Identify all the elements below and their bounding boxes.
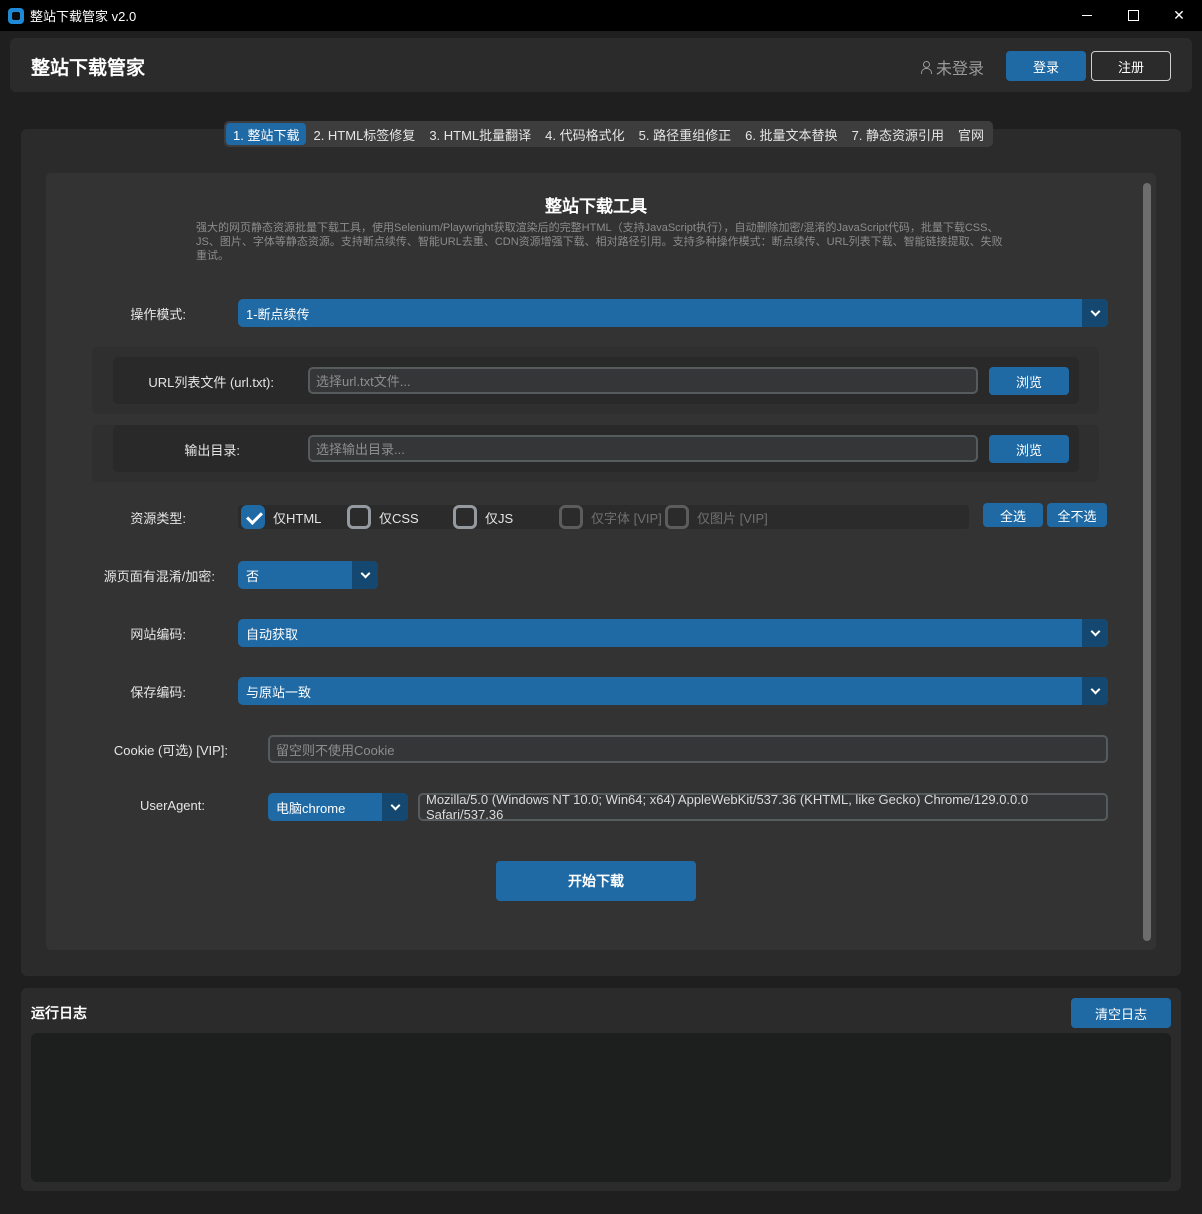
useragent-label: UserAgent: [139, 798, 205, 813]
user-status: 未登录 [920, 55, 984, 79]
clear-log-button[interactable]: 清空日志 [1071, 998, 1171, 1028]
tab-html-translate[interactable]: 3. HTML批量翻译 [422, 123, 538, 145]
save-encoding-value: 与原站一致 [246, 684, 312, 700]
window-title: 整站下载管家 v2.0 [30, 9, 137, 24]
useragent-type-value: 电脑chrome [276, 800, 346, 816]
useragent-type-select[interactable]: 电脑chrome [268, 793, 408, 821]
checkbox-icon [453, 505, 477, 529]
log-title: 运行日志 [31, 1005, 87, 1021]
window-controls: ✕ [1064, 0, 1202, 31]
app-icon [8, 7, 24, 24]
browse-output-dir-button[interactable]: 浏览 [989, 435, 1069, 463]
resource-image-checkbox[interactable]: 仅图片 [VIP] [665, 505, 768, 529]
chevron-down-icon[interactable] [1082, 619, 1108, 647]
obfuscated-label: 源页面有混淆/加密: [103, 569, 215, 584]
tool-title: 整站下载工具 [545, 197, 647, 216]
resource-js-label: 仅JS [485, 510, 514, 526]
chevron-down-icon[interactable] [352, 561, 378, 589]
resource-font-checkbox[interactable]: 仅字体 [VIP] [559, 505, 662, 529]
url-file-label: URL列表文件 (url.txt): [148, 375, 274, 390]
useragent-input[interactable]: Mozilla/5.0 (Windows NT 10.0; Win64; x64… [418, 792, 1108, 822]
resource-html-checkbox[interactable]: 仅HTML [241, 505, 321, 529]
tab-code-format[interactable]: 4. 代码格式化 [538, 123, 631, 145]
resource-font-label: 仅字体 [VIP] [591, 510, 662, 526]
user-icon [920, 60, 932, 74]
tool-content [46, 173, 1156, 950]
cookie-input[interactable]: 留空则不使用Cookie [268, 735, 1108, 763]
checkbox-icon [559, 505, 583, 529]
tab-path-fix[interactable]: 5. 路径重组修正 [632, 123, 738, 145]
title-bar: 整站下载管家 v2.0 ✕ [0, 0, 1202, 31]
resource-type-label: 资源类型: [130, 511, 186, 526]
mode-value: 1-断点续传 [246, 306, 310, 322]
save-encoding-select[interactable]: 与原站一致 [238, 677, 1108, 705]
resource-js-checkbox[interactable]: 仅JS [453, 505, 513, 529]
chevron-down-icon[interactable] [1082, 677, 1108, 705]
start-download-button[interactable]: 开始下载 [496, 861, 696, 901]
browse-url-file-button[interactable]: 浏览 [989, 367, 1069, 395]
save-encoding-label: 保存编码: [130, 685, 186, 700]
checkbox-checked-icon [241, 505, 265, 529]
app-title: 整站下载管家 [31, 58, 146, 79]
close-button[interactable]: ✕ [1156, 0, 1202, 31]
site-encoding-select[interactable]: 自动获取 [238, 619, 1108, 647]
register-button[interactable]: 注册 [1091, 51, 1171, 81]
app-header: 整站下载管家 未登录 登录 注册 [10, 38, 1192, 92]
minimize-button[interactable] [1064, 0, 1110, 31]
resource-html-label: 仅HTML [273, 510, 322, 526]
user-status-text: 未登录 [936, 61, 985, 78]
tab-static-ref[interactable]: 7. 静态资源引用 [845, 123, 951, 145]
maximize-button[interactable] [1110, 0, 1156, 31]
mode-select[interactable]: 1-断点续传 [238, 299, 1108, 327]
close-icon: ✕ [1173, 7, 1185, 23]
resource-css-checkbox[interactable]: 仅CSS [347, 505, 419, 529]
site-encoding-label: 网站编码: [130, 627, 186, 642]
site-encoding-value: 自动获取 [246, 626, 299, 642]
login-button[interactable]: 登录 [1006, 51, 1086, 81]
tab-site-download[interactable]: 1. 整站下载 [226, 123, 307, 145]
tab-text-replace[interactable]: 6. 批量文本替换 [738, 123, 844, 145]
obfuscated-value: 否 [246, 568, 260, 584]
checkbox-icon [347, 505, 371, 529]
checkbox-icon [665, 505, 689, 529]
tab-bar: 1. 整站下载 2. HTML标签修复 3. HTML批量翻译 4. 代码格式化… [224, 121, 994, 147]
tab-official-site[interactable]: 官网 [951, 123, 991, 145]
select-none-button[interactable]: 全不选 [1047, 503, 1107, 527]
chevron-down-icon[interactable] [1082, 299, 1108, 327]
obfuscated-select[interactable]: 否 [238, 561, 378, 589]
content-scrollbar[interactable] [1143, 183, 1151, 941]
select-all-button[interactable]: 全选 [983, 503, 1043, 527]
mode-label: 操作模式: [130, 307, 186, 322]
log-output[interactable] [31, 1033, 1171, 1182]
cookie-label: Cookie (可选) [VIP]: [113, 743, 228, 758]
output-dir-input[interactable]: 选择输出目录... [308, 435, 978, 462]
chevron-down-icon[interactable] [382, 793, 408, 821]
resource-image-label: 仅图片 [VIP] [697, 510, 768, 526]
output-dir-label: 输出目录: [184, 443, 240, 458]
tool-description: 强大的网页静态资源批量下载工具，使用Selenium/Playwright获取渲… [196, 222, 1003, 262]
url-file-input[interactable]: 选择url.txt文件... [308, 367, 978, 394]
resource-css-label: 仅CSS [379, 510, 419, 526]
tab-html-tag-fix[interactable]: 2. HTML标签修复 [306, 123, 422, 145]
